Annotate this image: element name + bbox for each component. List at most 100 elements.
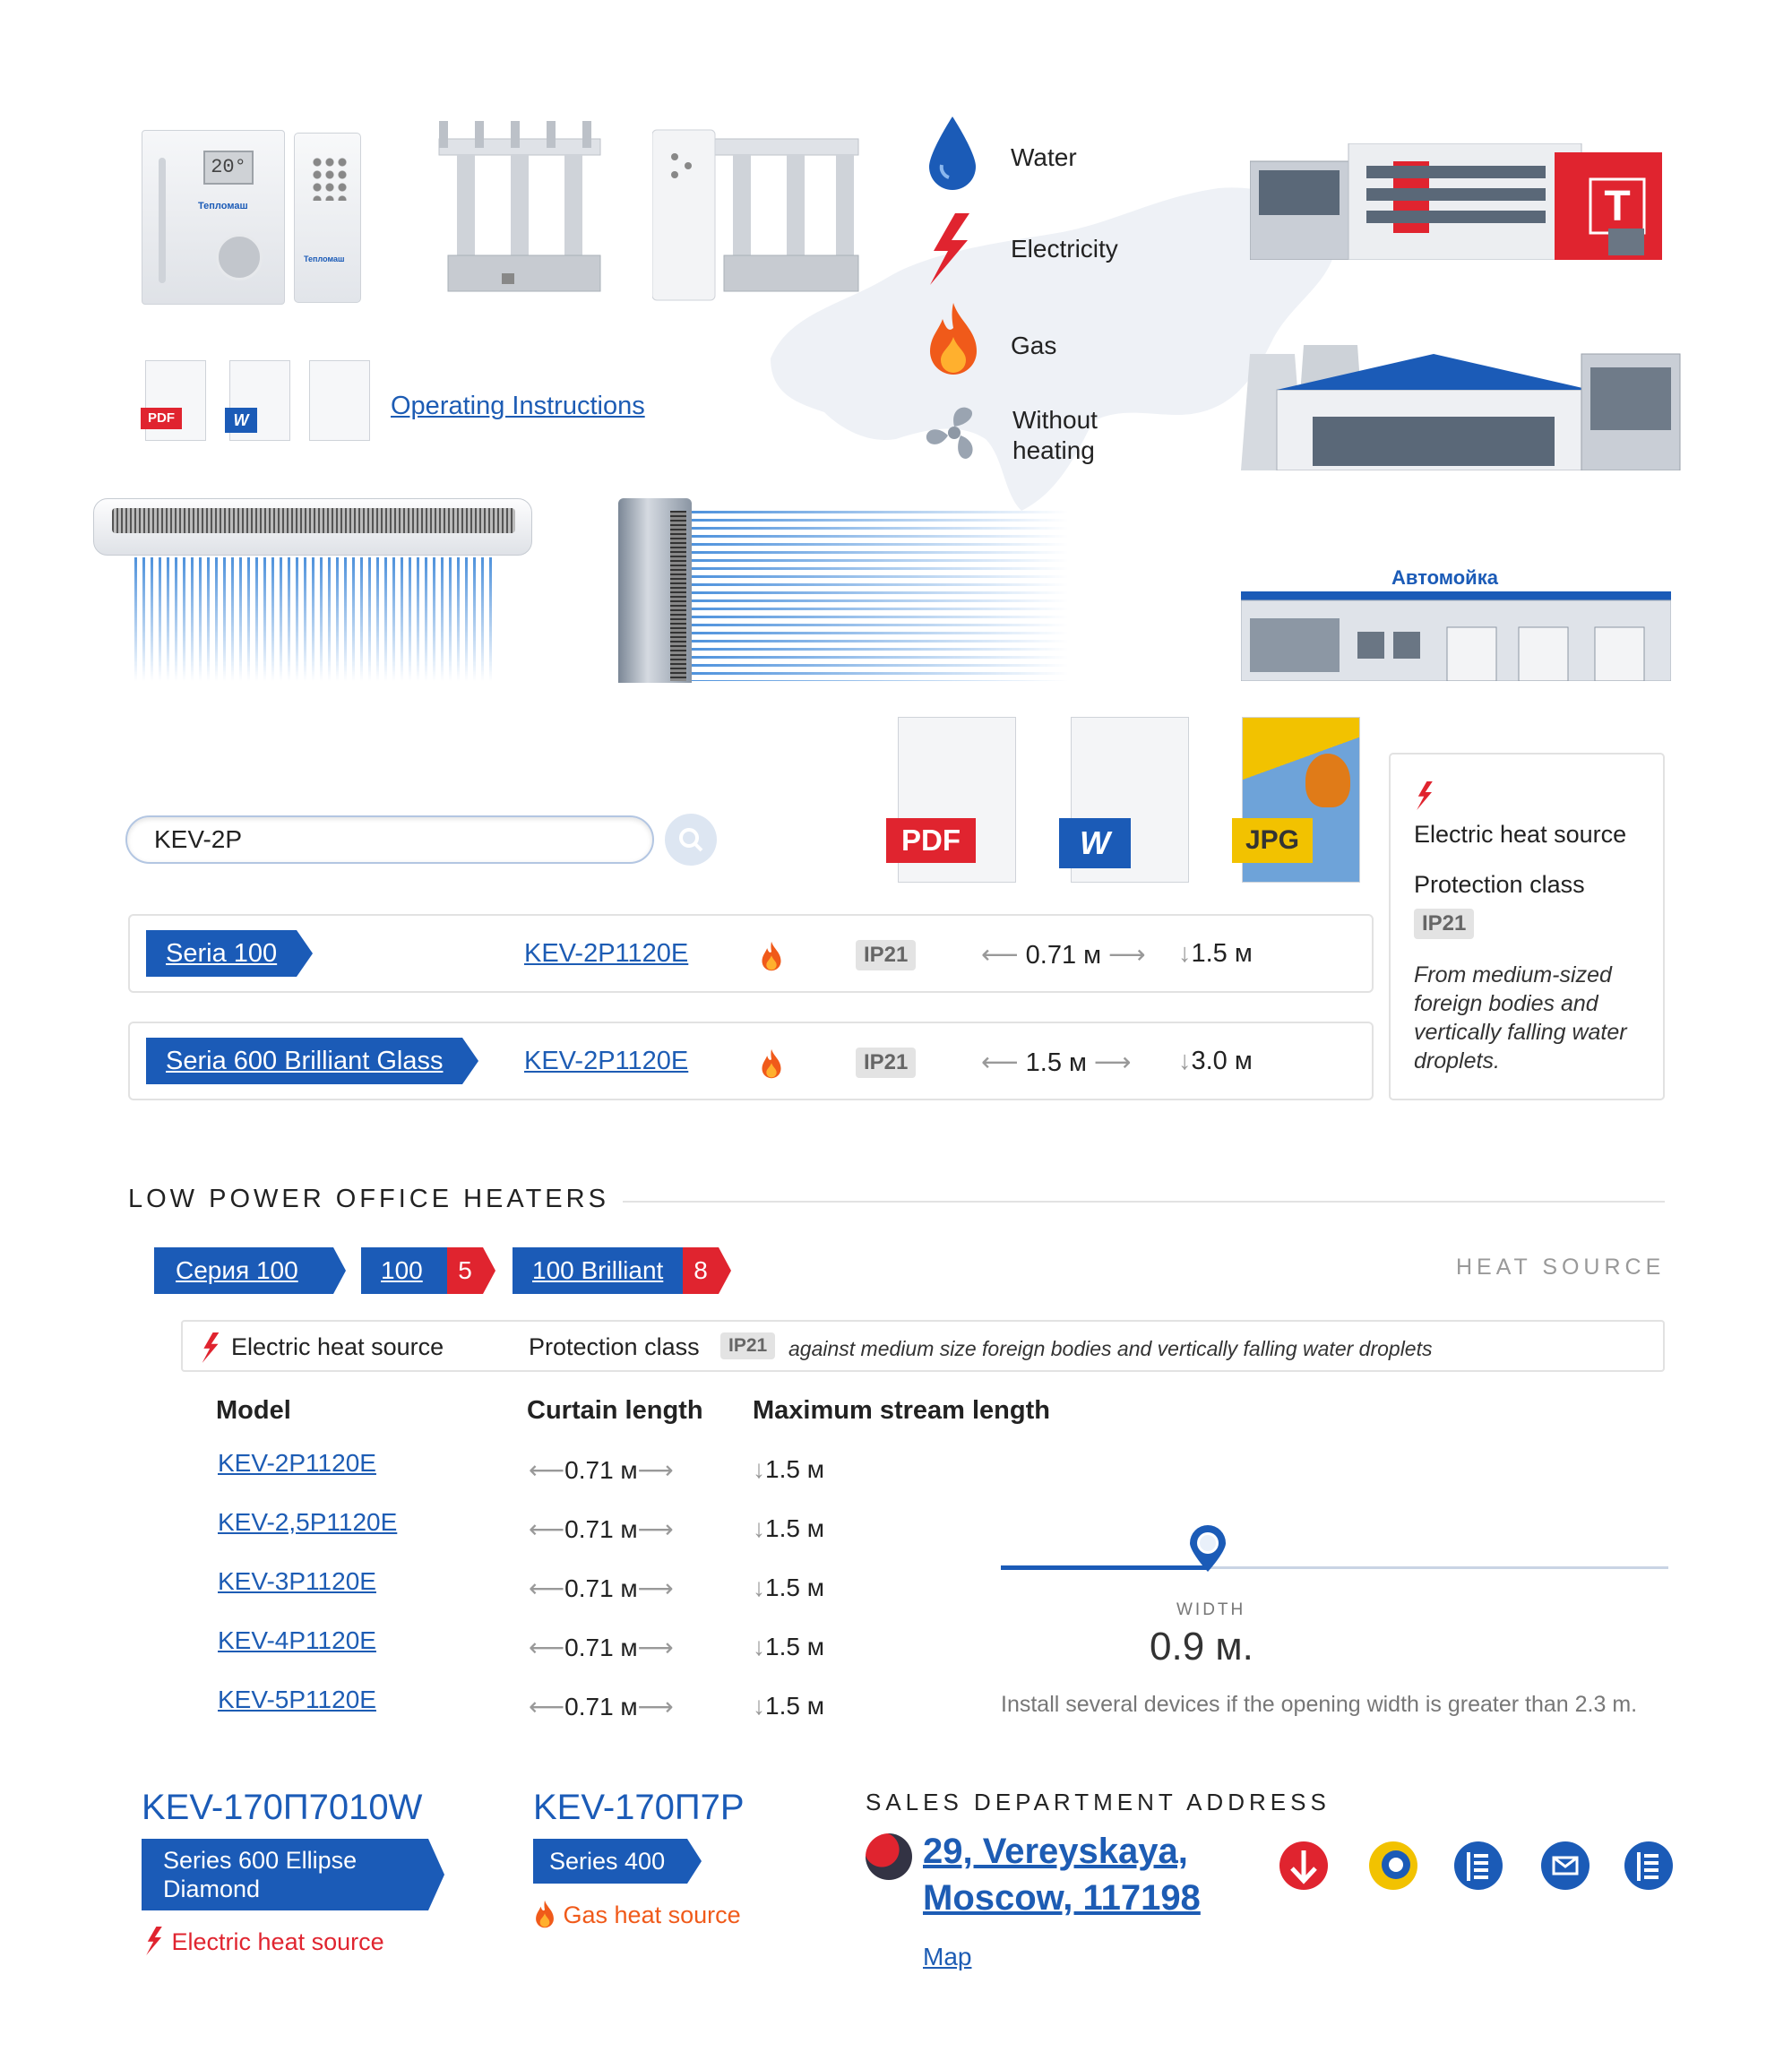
flame-icon — [762, 941, 781, 971]
chip-count: 5 — [447, 1247, 483, 1294]
model-link[interactable]: KEV-2P1120E — [524, 1047, 688, 1076]
svg-text:T: T — [1604, 183, 1630, 230]
jpg-download-icon[interactable]: JPG — [1232, 717, 1360, 883]
model-link[interactable]: KEV-5P1120E — [218, 1686, 376, 1714]
car-wash-label: Автомойка — [1391, 566, 1498, 589]
section-title: LOW POWER OFFICE HEATERS — [128, 1185, 609, 1213]
thermostat-brand-label: Тепломаш — [198, 201, 248, 211]
map-pin-icon — [1190, 1525, 1226, 1572]
flame-icon — [930, 303, 977, 375]
search-button[interactable] — [665, 814, 717, 866]
model-link[interactable]: KEV-2P1120E — [218, 1449, 376, 1478]
vertical-curtain-illustration — [618, 498, 692, 683]
info-bar-ip-badge: IP21 — [720, 1332, 776, 1359]
series-tag[interactable]: Seria 100 — [146, 930, 314, 977]
stream-length: ↓1.5 м — [753, 1455, 824, 1483]
search-icon — [679, 828, 703, 852]
operating-instructions-link[interactable]: Operating Instructions — [391, 392, 645, 421]
series-tag[interactable]: Seria 600 Brilliant Glass — [146, 1038, 479, 1084]
chip-100-brilliant[interactable]: 100 Brilliant 8 — [513, 1247, 731, 1294]
model-link[interactable]: KEV-2,5P1120E — [218, 1508, 397, 1537]
lightning-icon — [202, 1332, 220, 1363]
chip-series-100[interactable]: Серия 100 — [154, 1247, 346, 1294]
curtain-length: ⟵0.71 м⟶ — [529, 1634, 674, 1661]
curtain-length: ⟵0.71 м⟶ — [529, 1693, 674, 1720]
heat-source-water: Water — [1011, 143, 1077, 171]
metro-line-icon — [1279, 1841, 1328, 1890]
mail-post-icon — [1541, 1841, 1590, 1890]
thermostat-dial — [216, 234, 263, 280]
info-ip-badge: IP21 — [1414, 909, 1475, 939]
factory-building-illustration — [1241, 345, 1681, 470]
product-series-tag[interactable]: Series 400 — [533, 1839, 702, 1884]
column-header-model: Model — [216, 1396, 291, 1425]
stream-length: ↓1.5 м — [753, 1574, 824, 1601]
product-heat-source: Gas heat source — [533, 1900, 741, 1929]
stand-mount-illustration — [438, 121, 601, 292]
pdf-badge: PDF — [141, 408, 182, 429]
air-stream-down — [134, 557, 493, 681]
train-station-icon — [1454, 1841, 1503, 1890]
heat-source-gas: Gas — [1011, 332, 1057, 359]
jpg-large-badge: JPG — [1232, 818, 1313, 863]
section-divider — [623, 1201, 1665, 1203]
address-line-1[interactable]: 29, Vereyskaya, — [923, 1832, 1188, 1872]
word-doc-icon[interactable]: W — [225, 360, 290, 441]
thermostat-display: 20° — [203, 151, 254, 185]
pdf-doc-icon[interactable]: PDF — [141, 360, 206, 441]
width-slider[interactable] — [1001, 1523, 1668, 1577]
avatar — [866, 1833, 912, 1880]
airport-logo-icon — [1369, 1841, 1417, 1890]
info-protection-label: Protection class — [1414, 871, 1585, 898]
chip-count: 8 — [683, 1247, 719, 1294]
lightning-icon — [930, 213, 969, 285]
column-header-curtain-length: Curtain length — [527, 1396, 703, 1425]
balloon-icon — [1305, 754, 1350, 807]
info-description: From medium-sized foreign bodies and ver… — [1414, 962, 1627, 1074]
remote-control-illustration: Тепломаш — [294, 133, 361, 303]
chip-100[interactable]: 100 5 — [361, 1247, 495, 1294]
stream-length: ↓3.0 м — [1178, 1047, 1253, 1075]
model-link[interactable]: KEV-2P1120E — [524, 939, 688, 969]
result-row[interactable]: Seria 100 KEV-2P1120E IP21 ⟵ 0.71 м ⟶ ↓1… — [128, 914, 1374, 993]
info-bar-protection-label: Protection class — [529, 1333, 700, 1360]
word-badge: W — [225, 408, 257, 433]
info-bar-note: against medium size foreign bodies and v… — [788, 1337, 1433, 1360]
store-building-illustration: T — [1250, 143, 1662, 260]
product-model-title[interactable]: KEV-170П7010W — [142, 1788, 422, 1828]
ip-badge: IP21 — [856, 940, 917, 970]
pdf-large-badge: PDF — [886, 818, 976, 863]
curtain-length: ⟵ 1.5 м ⟶ — [981, 1048, 1132, 1077]
address-title: SALES DEPARTMENT ADDRESS — [866, 1789, 1331, 1815]
info-bar-heat-source: Electric heat source — [231, 1333, 444, 1360]
generic-doc-icon[interactable] — [309, 360, 370, 441]
model-link[interactable]: KEV-3P1120E — [218, 1567, 376, 1596]
slider-handle[interactable] — [1186, 1523, 1229, 1574]
map-link[interactable]: Map — [923, 1943, 971, 1971]
air-curtain-illustration — [93, 498, 532, 556]
pdf-download-icon[interactable]: PDF — [886, 717, 1016, 883]
curtain-length: ⟵ 0.71 м ⟶ — [981, 941, 1146, 970]
railway-icon — [1624, 1841, 1673, 1890]
stream-length: ↓1.5 м — [753, 1692, 824, 1720]
fan-icon — [926, 407, 973, 459]
address-line-2[interactable]: Moscow, 117198 — [923, 1878, 1201, 1919]
product-heat-source: Electric heat source — [143, 1927, 384, 1956]
thermostat-illustration: 20° Тепломаш — [142, 130, 285, 305]
slider-note: Install several devices if the opening w… — [1001, 1692, 1638, 1717]
result-row[interactable]: Seria 600 Brilliant Glass KEV-2P1120E IP… — [128, 1022, 1374, 1100]
info-card: Electric heat source Protection class IP… — [1389, 753, 1665, 1100]
curtain-length: ⟵0.71 м⟶ — [529, 1515, 674, 1543]
product-model-title[interactable]: KEV-170П7P — [533, 1788, 745, 1828]
word-download-icon[interactable]: W — [1059, 717, 1189, 883]
car-wash-building-illustration — [1241, 591, 1671, 681]
heat-source-filter-label[interactable]: HEAT SOURCE — [1456, 1255, 1665, 1281]
lightning-icon — [146, 1927, 162, 1955]
water-drop-icon — [929, 116, 976, 190]
stream-length: ↓1.5 м — [1178, 939, 1253, 968]
word-large-badge: W — [1059, 818, 1131, 868]
product-series-tag[interactable]: Series 600 Ellipse Diamond — [142, 1839, 444, 1910]
flame-icon — [536, 1900, 554, 1928]
search-input[interactable] — [125, 815, 654, 864]
model-link[interactable]: KEV-4P1120E — [218, 1626, 376, 1655]
